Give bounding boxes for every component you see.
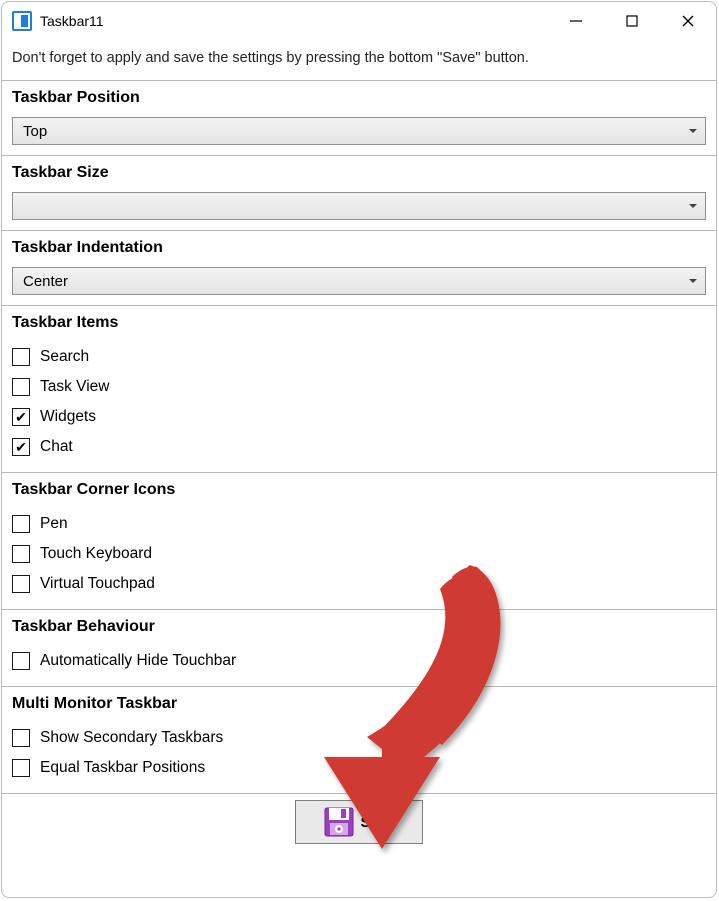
- checkbox-icon: [12, 652, 30, 670]
- checkbox-touch-keyboard[interactable]: Touch Keyboard: [12, 539, 706, 569]
- checkbox-label: Search: [40, 348, 89, 366]
- section-title: Taskbar Corner Icons: [12, 481, 706, 499]
- save-row: Save: [2, 793, 716, 850]
- window-controls: [548, 2, 716, 40]
- section-taskbar-position: Taskbar Position Top: [2, 80, 716, 156]
- chevron-down-icon: [689, 204, 697, 208]
- window-title: Taskbar11: [40, 13, 104, 29]
- chevron-down-icon: [689, 279, 697, 283]
- taskbar-size-select[interactable]: [12, 192, 706, 220]
- close-button[interactable]: [660, 2, 716, 40]
- checkbox-label: Task View: [40, 378, 110, 396]
- app-icon: [12, 11, 32, 31]
- checkbox-label: Widgets: [40, 408, 96, 426]
- content-area: Don't forget to apply and save the setti…: [2, 40, 716, 897]
- checkbox-label: Virtual Touchpad: [40, 575, 155, 593]
- checkbox-widgets[interactable]: Widgets: [12, 402, 706, 432]
- checkbox-label: Chat: [40, 438, 73, 456]
- titlebar: Taskbar11: [2, 2, 716, 40]
- checkbox-icon: [12, 348, 30, 366]
- checkbox-icon: [12, 515, 30, 533]
- checkbox-label: Automatically Hide Touchbar: [40, 652, 236, 670]
- minimize-button[interactable]: [548, 2, 604, 40]
- checkbox-label: Touch Keyboard: [40, 545, 152, 563]
- checkbox-chat[interactable]: Chat: [12, 432, 706, 462]
- checkbox-label: Show Secondary Taskbars: [40, 729, 223, 747]
- checkbox-virtual-touchpad[interactable]: Virtual Touchpad: [12, 569, 706, 599]
- section-title: Taskbar Size: [12, 164, 706, 182]
- maximize-button[interactable]: [604, 2, 660, 40]
- section-taskbar-size: Taskbar Size: [2, 155, 716, 231]
- checkbox-icon: [12, 438, 30, 456]
- checkbox-icon: [12, 729, 30, 747]
- save-button-label: Save: [360, 814, 395, 831]
- select-value: Top: [23, 123, 47, 140]
- taskbar-indentation-select[interactable]: Center: [12, 267, 706, 295]
- checkbox-icon: [12, 378, 30, 396]
- checkbox-task-view[interactable]: Task View: [12, 372, 706, 402]
- checkbox-auto-hide[interactable]: Automatically Hide Touchbar: [12, 646, 706, 676]
- app-window: Taskbar11 Don't forget to apply and save…: [1, 1, 717, 898]
- section-taskbar-indentation: Taskbar Indentation Center: [2, 230, 716, 306]
- checkbox-pen[interactable]: Pen: [12, 509, 706, 539]
- checkbox-icon: [12, 759, 30, 777]
- checkbox-equal-positions[interactable]: Equal Taskbar Positions: [12, 753, 706, 783]
- checkbox-icon: [12, 575, 30, 593]
- checkbox-icon: [12, 545, 30, 563]
- taskbar-position-select[interactable]: Top: [12, 117, 706, 145]
- select-value: Center: [23, 273, 68, 290]
- checkbox-show-secondary[interactable]: Show Secondary Taskbars: [12, 723, 706, 753]
- section-title: Taskbar Items: [12, 314, 706, 332]
- chevron-down-icon: [689, 129, 697, 133]
- save-button[interactable]: Save: [295, 800, 423, 844]
- section-title: Taskbar Indentation: [12, 239, 706, 257]
- section-taskbar-corner-icons: Taskbar Corner Icons Pen Touch Keyboard …: [2, 472, 716, 610]
- section-title: Taskbar Behaviour: [12, 618, 706, 636]
- section-taskbar-behaviour: Taskbar Behaviour Automatically Hide Tou…: [2, 609, 716, 687]
- checkbox-label: Equal Taskbar Positions: [40, 759, 205, 777]
- section-title: Taskbar Position: [12, 89, 706, 107]
- hint-text: Don't forget to apply and save the setti…: [2, 46, 716, 80]
- section-title: Multi Monitor Taskbar: [12, 695, 706, 713]
- checkbox-icon: [12, 408, 30, 426]
- checkbox-search[interactable]: Search: [12, 342, 706, 372]
- checkbox-label: Pen: [40, 515, 68, 533]
- save-icon: [322, 805, 356, 839]
- section-taskbar-items: Taskbar Items Search Task View Widgets C…: [2, 305, 716, 473]
- section-multi-monitor: Multi Monitor Taskbar Show Secondary Tas…: [2, 686, 716, 794]
